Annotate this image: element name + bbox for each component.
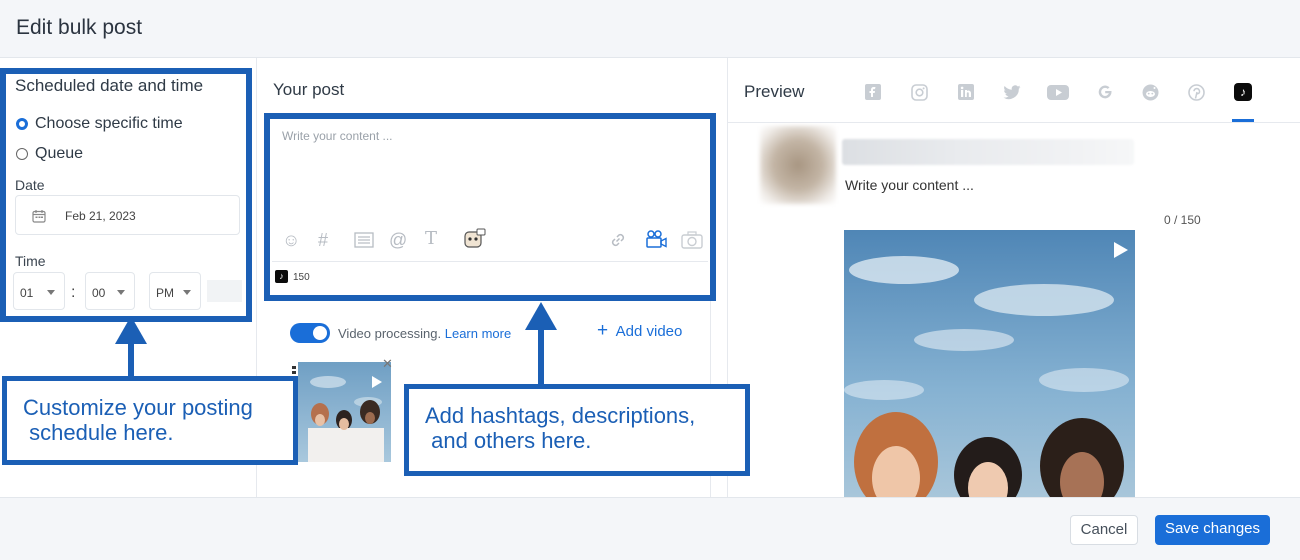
dialog-header [0,0,1300,58]
post-callout-line2: and others here. [425,428,592,453]
schedule-callout-line1: Customize your posting [23,395,253,420]
youtube-icon[interactable] [1047,85,1069,100]
schedule-highlight-frame [0,68,252,322]
remove-media-icon[interactable]: ✕ [382,356,393,372]
reddit-icon[interactable] [1142,84,1159,101]
video-processing-toggle[interactable] [290,323,330,343]
video-processing-text: Video processing. Learn more [338,326,511,341]
post-arrow-shaft [538,326,544,384]
plus-icon: + [597,320,609,341]
post-section-title: Your post [273,80,345,99]
cancel-button[interactable]: Cancel [1070,515,1138,545]
toggle-knob [313,326,327,340]
post-arrow-head [525,302,557,330]
add-video-button[interactable]: + Add video [597,320,682,342]
instagram-icon[interactable] [911,84,928,101]
post-callout-line1: Add hashtags, descriptions, [425,403,696,428]
post-callout: Add hashtags, descriptions, and others h… [404,384,750,476]
tiktok-icon[interactable]: ♪ [1234,83,1252,101]
add-video-label: Add video [615,323,683,340]
learn-more-link[interactable]: Learn more [445,326,511,341]
google-icon[interactable] [1097,84,1113,100]
schedule-callout: Customize your posting schedule here. [2,376,298,465]
preview-title: Preview [744,82,805,101]
preview-tabs-divider [727,122,1300,123]
preview-char-counter: 0 / 150 [1164,213,1201,227]
video-thumbnail[interactable] [298,362,391,462]
post-editor-highlight-frame [264,113,716,301]
twitter-icon[interactable] [1003,85,1021,100]
preview-content: Write your content ... [845,177,974,193]
profile-name-placeholder [842,139,1134,165]
avatar [760,126,836,204]
video-processing-label: Video processing. [338,326,442,341]
schedule-arrow-head [115,316,147,344]
preview-video[interactable] [844,230,1135,497]
save-changes-button[interactable]: Save changes [1155,515,1270,545]
facebook-icon[interactable] [865,84,881,100]
linkedin-icon[interactable] [958,84,974,100]
schedule-callout-line2: schedule here. [23,420,174,445]
pinterest-icon[interactable] [1188,84,1205,101]
dialog-title: Edit bulk post [16,16,143,39]
